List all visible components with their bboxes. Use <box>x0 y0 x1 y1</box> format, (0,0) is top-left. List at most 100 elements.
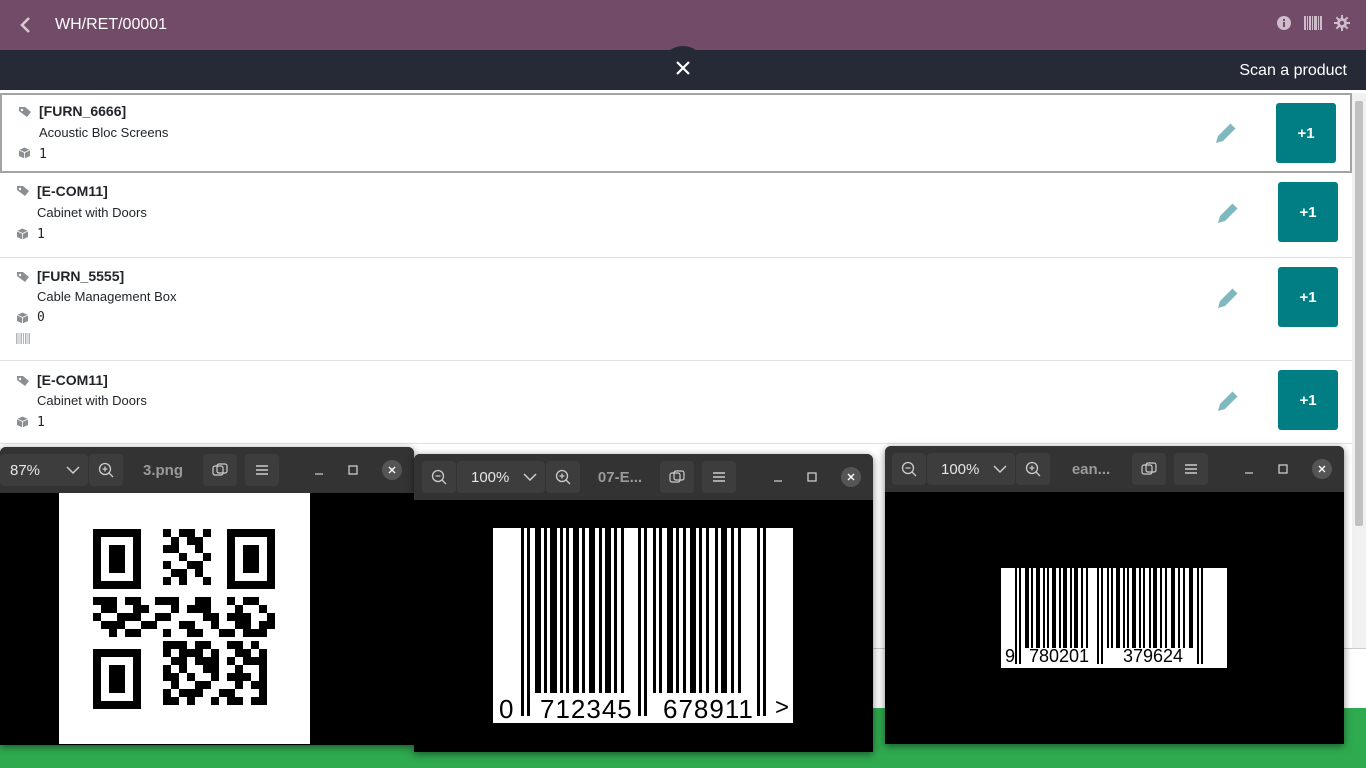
increment-button[interactable]: +1 <box>1278 370 1338 430</box>
quantity: 1 <box>37 415 45 430</box>
edit-button[interactable] <box>1212 282 1244 314</box>
zoom-level: 100% <box>941 460 980 478</box>
image-viewer-window[interactable]: 87% 3.png <box>0 447 414 745</box>
product-name: Cable Management Box <box>37 289 177 304</box>
close-button[interactable] <box>661 46 705 90</box>
fullscreen-button[interactable] <box>1132 453 1166 485</box>
file-name: 07-E... <box>597 468 643 486</box>
menu-button[interactable] <box>245 454 279 486</box>
product-reference: [FURN_6666] <box>39 103 127 119</box>
package-icon <box>16 228 29 240</box>
fullscreen-icon <box>212 463 228 476</box>
menu-button[interactable] <box>1174 453 1208 485</box>
edit-button[interactable] <box>1210 117 1242 149</box>
move-line[interactable]: [FURN_5555] Cable Management Box 0 +1 <box>0 258 1352 361</box>
barcode-icon[interactable] <box>1304 15 1322 35</box>
maximize-icon[interactable] <box>807 472 817 482</box>
increment-button[interactable]: +1 <box>1276 103 1336 163</box>
info-icon[interactable] <box>1276 15 1292 36</box>
viewer-header: 100% 07-E... <box>414 454 873 500</box>
minimize-icon[interactable] <box>314 465 324 475</box>
qr-code-image <box>59 493 310 744</box>
product-reference: [E-COM11] <box>37 372 108 388</box>
tag-icon <box>19 107 31 117</box>
pencil-icon <box>1218 202 1239 223</box>
zoom-in-button[interactable] <box>89 454 123 486</box>
product-name: Cabinet with Doors <box>37 205 147 220</box>
barcode-digits-left: 712345 <box>540 694 633 724</box>
zoom-out-icon <box>431 469 447 485</box>
product-name: Cabinet with Doors <box>37 393 147 408</box>
product-name: Acoustic Bloc Screens <box>39 125 169 140</box>
close-icon <box>847 473 855 481</box>
zoom-in-button[interactable] <box>546 461 580 493</box>
chevron-down-icon <box>993 465 1007 473</box>
tag-icon <box>17 272 29 282</box>
fullscreen-button[interactable] <box>660 461 694 493</box>
quantity: 1 <box>39 147 47 162</box>
viewer-canvas: 0 712345 678911 > <box>414 500 873 752</box>
chevron-left-icon <box>20 17 30 33</box>
window-close-button[interactable] <box>1312 459 1332 479</box>
viewer-canvas: 9 780201 379624 <box>885 492 1344 744</box>
close-icon <box>1318 465 1326 473</box>
hamburger-icon <box>256 465 268 475</box>
barcode-icon <box>16 333 30 344</box>
window-close-button[interactable] <box>382 460 402 480</box>
maximize-icon[interactable] <box>348 465 358 475</box>
move-line[interactable]: [FURN_6666] Acoustic Bloc Screens 1 +1 <box>0 93 1352 173</box>
pencil-icon <box>1218 287 1239 308</box>
back-button[interactable] <box>0 0 50 50</box>
product-reference: [FURN_5555] <box>37 268 125 284</box>
close-icon <box>388 466 396 474</box>
barcode-digits-right: 678911 <box>663 694 754 724</box>
gear-icon[interactable] <box>1334 14 1350 36</box>
zoom-selector[interactable]: 100% <box>457 461 545 493</box>
scan-message: Scan a product <box>1239 62 1347 79</box>
fullscreen-icon <box>1141 462 1157 475</box>
move-line[interactable]: [E-COM11] Cabinet with Doors 1 +1 <box>0 173 1352 258</box>
image-viewer-window[interactable]: 100% ean... 9 780201 379624 <box>885 446 1344 744</box>
move-line[interactable]: [E-COM11] Cabinet with Doors 1 +1 <box>0 361 1352 444</box>
hamburger-icon <box>1185 464 1197 474</box>
barcode-end-marker: > <box>775 694 790 721</box>
menu-button[interactable] <box>702 461 736 493</box>
pencil-icon <box>1218 390 1239 411</box>
package-icon <box>16 416 29 428</box>
zoom-out-button[interactable] <box>422 461 456 493</box>
product-reference: [E-COM11] <box>37 183 108 199</box>
ean-barcode-image: 9 780201 379624 <box>1001 568 1227 668</box>
increment-button[interactable]: +1 <box>1278 267 1338 327</box>
barcode-digits-left: 780201 <box>1029 646 1090 666</box>
zoom-in-icon <box>555 469 571 485</box>
viewer-canvas <box>0 493 414 745</box>
tag-icon <box>17 376 29 386</box>
zoom-selector[interactable]: 87% <box>0 454 88 486</box>
zoom-out-icon <box>901 461 917 477</box>
zoom-in-icon <box>1025 461 1041 477</box>
fullscreen-button[interactable] <box>203 454 237 486</box>
zoom-selector[interactable]: 100% <box>927 453 1015 485</box>
window-close-button[interactable] <box>841 467 861 487</box>
scrollbar-thumb[interactable] <box>1355 101 1363 526</box>
package-icon <box>18 147 31 159</box>
top-bar: WH/RET/00001 <box>0 0 1366 50</box>
image-viewer-window[interactable]: 100% 07-E... 0 712345 678911 > <box>414 454 873 752</box>
edit-button[interactable] <box>1212 385 1244 417</box>
minimize-icon[interactable] <box>1244 464 1254 474</box>
quantity: 1 <box>37 227 45 242</box>
barcode-digit-first: 0 <box>499 694 514 724</box>
minimize-icon[interactable] <box>773 472 783 482</box>
scrollbar[interactable] <box>1352 93 1366 648</box>
zoom-out-button[interactable] <box>892 453 926 485</box>
maximize-icon[interactable] <box>1278 464 1288 474</box>
increment-button[interactable]: +1 <box>1278 182 1338 242</box>
zoom-in-button[interactable] <box>1016 453 1050 485</box>
barcode-digit-first: 9 <box>1005 646 1016 666</box>
page-title: WH/RET/00001 <box>55 16 168 33</box>
zoom-level: 100% <box>471 468 510 486</box>
file-name: 3.png <box>143 461 183 479</box>
edit-button[interactable] <box>1212 197 1244 229</box>
quantity: 0 <box>37 310 45 325</box>
move-lines-list: [FURN_6666] Acoustic Bloc Screens 1 +1 [… <box>0 93 1352 444</box>
